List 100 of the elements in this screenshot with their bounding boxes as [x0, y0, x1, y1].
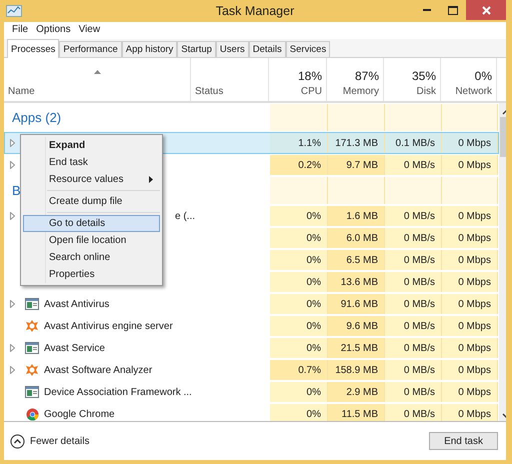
splat-icon	[25, 363, 39, 377]
process-name: Device Association Framework ...	[44, 386, 192, 398]
maximize-icon	[448, 6, 458, 14]
menu-item[interactable]: File	[12, 24, 28, 34]
tab[interactable]: Performance	[59, 41, 122, 57]
table-cell: 0 MB/s	[385, 206, 442, 226]
window-icon	[25, 386, 39, 398]
table-cell: 1.6 MB	[328, 206, 385, 226]
table-cell: 0%	[270, 206, 328, 226]
expand-arrow-icon[interactable]	[10, 300, 15, 308]
table-cell: 0 Mbps	[442, 206, 498, 226]
process-name: Avast Antivirus engine server	[44, 320, 173, 332]
window-icon	[25, 342, 39, 354]
table-cell: 2.9 MB	[328, 382, 385, 402]
table-cell: 0 MB/s	[385, 228, 442, 248]
column-total: 0%	[474, 69, 492, 83]
table-cell: 0 MB/s	[385, 360, 442, 380]
menu-item[interactable]: Options	[36, 24, 71, 34]
table-cell: 0.1 MB/s	[385, 133, 442, 153]
table-cell: 0%	[270, 316, 328, 336]
table-cell: 0.2%	[270, 155, 328, 175]
table-cell: 0 Mbps	[442, 294, 498, 314]
table-cell: 0%	[270, 338, 328, 358]
collapse-up-icon[interactable]	[10, 434, 25, 448]
tab[interactable]: Services	[286, 41, 330, 57]
tab[interactable]: App history	[122, 41, 178, 57]
table-cell: 0 Mbps	[442, 360, 498, 380]
table-cell: 0%	[270, 404, 328, 421]
table-cell: 0%	[270, 250, 328, 270]
expand-arrow-icon[interactable]	[10, 212, 15, 220]
expand-arrow-icon[interactable]	[10, 139, 15, 147]
table-cell: 6.5 MB	[328, 250, 385, 270]
sort-caret-icon	[94, 70, 100, 74]
table-cell: 171.3 MB	[328, 133, 385, 153]
column-total: 35%	[412, 69, 436, 83]
tab[interactable]: Details	[248, 41, 286, 57]
column-header[interactable]: Disk	[416, 86, 436, 97]
menu-item[interactable]: Create dump file	[23, 193, 160, 210]
menu-item[interactable]: View	[78, 24, 100, 34]
group-heading: Apps (2)	[12, 110, 62, 125]
table-cell: 0%	[270, 272, 328, 292]
table-cell: 6.0 MB	[328, 228, 385, 248]
menu-item[interactable]: End task	[23, 154, 160, 171]
table-cell: 91.6 MB	[328, 294, 385, 314]
group-heading: B	[12, 183, 21, 198]
table-cell: 1.1%	[270, 133, 328, 153]
table-cell: 0 Mbps	[442, 155, 498, 175]
window-title: Task Manager	[216, 4, 294, 18]
column-header[interactable]: Status	[195, 86, 224, 97]
menu-item[interactable]: Properties	[23, 266, 160, 283]
table-cell: 0 MB/s	[385, 272, 442, 292]
table-cell: 21.5 MB	[328, 338, 385, 358]
column-header[interactable]: Memory	[342, 86, 379, 97]
menu-item[interactable]: Search online	[23, 249, 160, 266]
close-button[interactable]	[466, 0, 506, 20]
process-name: e (...	[175, 210, 196, 222]
column-header[interactable]: Network	[455, 86, 492, 97]
table-cell: 0 MB/s	[385, 316, 442, 336]
expand-arrow-icon[interactable]	[10, 344, 15, 352]
end-task-button[interactable]: End task	[429, 432, 498, 450]
menu-item[interactable]: Open file location	[23, 232, 160, 249]
table-cell: 0 MB/s	[385, 155, 442, 175]
column-header[interactable]: CPU	[300, 86, 322, 97]
expand-arrow-icon[interactable]	[10, 366, 15, 374]
tab[interactable]: Processes	[7, 39, 60, 58]
menu-item[interactable]: Resource values	[23, 171, 160, 188]
table-cell: 0%	[270, 382, 328, 402]
column-total: 87%	[354, 69, 379, 83]
column-header[interactable]: Name	[8, 86, 35, 97]
tab[interactable]: Users	[216, 41, 249, 57]
tab[interactable]: Startup	[177, 41, 216, 57]
close-icon	[482, 6, 490, 14]
table-cell: 9.7 MB	[328, 155, 385, 175]
table-cell: 0%	[270, 294, 328, 314]
table-cell: 0%	[270, 228, 328, 248]
menu-item[interactable]: Go to details	[23, 215, 160, 232]
table-cell: 0 MB/s	[385, 294, 442, 314]
process-name: Avast Software Analyzer	[44, 364, 152, 376]
table-cell: 13.6 MB	[328, 272, 385, 292]
window-icon	[25, 298, 39, 310]
process-name: Google Chrome	[44, 408, 115, 420]
table-cell: 0 Mbps	[442, 338, 498, 358]
table-cell: 0 Mbps	[442, 272, 498, 292]
process-name: Avast Antivirus	[44, 298, 110, 310]
table-cell: 0 Mbps	[442, 228, 498, 248]
table-cell: 0 MB/s	[385, 338, 442, 358]
minimize-icon	[423, 9, 431, 11]
app-icon	[6, 4, 22, 18]
column-total: 18%	[298, 69, 322, 83]
table-cell: 0 MB/s	[385, 382, 442, 402]
table-cell: 0 Mbps	[442, 382, 498, 402]
menu-item[interactable]: Expand	[23, 137, 160, 154]
expand-arrow-icon[interactable]	[10, 161, 15, 169]
table-cell: 0 MB/s	[385, 250, 442, 270]
fewer-details-link[interactable]: Fewer details	[30, 436, 90, 446]
splat-icon	[25, 319, 39, 333]
table-cell: 9.6 MB	[328, 316, 385, 336]
table-cell: 0 Mbps	[442, 404, 498, 421]
table-cell: 158.9 MB	[328, 360, 385, 380]
browser-icon	[26, 408, 38, 420]
